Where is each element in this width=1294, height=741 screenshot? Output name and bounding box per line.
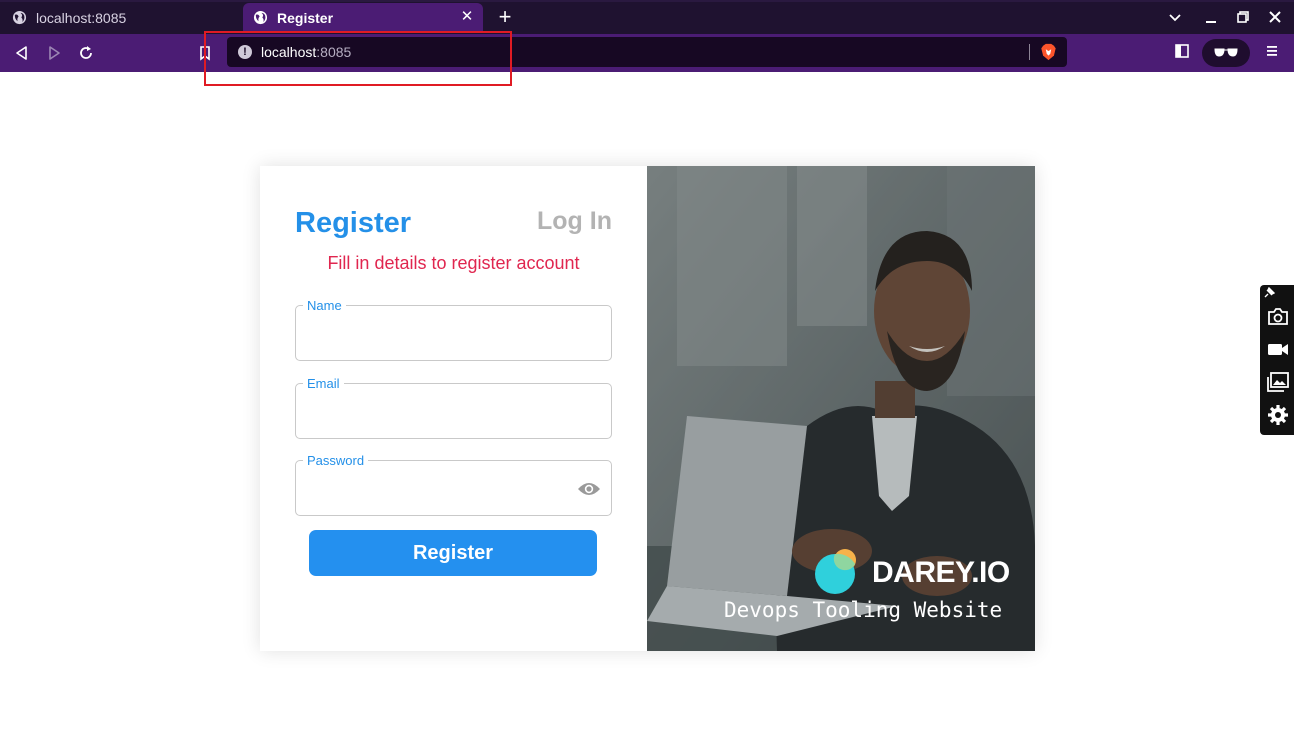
brand-logo-text: DAREY.IO xyxy=(872,556,1010,589)
globe-icon xyxy=(12,10,27,25)
new-tab-button[interactable]: + xyxy=(495,6,515,28)
tab-title: Register xyxy=(277,9,334,26)
auth-card: Register Log In Fill in details to regis… xyxy=(260,166,1035,651)
minimize-icon[interactable] xyxy=(1203,9,1219,25)
screenshot-extension-panel xyxy=(1260,285,1294,435)
register-form: Register Log In Fill in details to regis… xyxy=(260,166,647,651)
register-button[interactable]: Register xyxy=(309,530,597,576)
globe-icon xyxy=(253,10,268,25)
address-bar-divider xyxy=(1029,44,1030,60)
tab-register[interactable]: Register ✕ xyxy=(243,3,483,32)
register-tab[interactable]: Register xyxy=(295,207,411,240)
chevron-down-icon[interactable] xyxy=(1167,9,1183,25)
brand-tagline: Devops Tooling Website xyxy=(724,598,1003,622)
camera-icon[interactable] xyxy=(1265,303,1291,329)
darey-logo-icon xyxy=(815,549,856,594)
email-input[interactable] xyxy=(306,400,576,424)
reload-icon[interactable] xyxy=(77,44,95,62)
form-subtitle: Fill in details to register account xyxy=(327,253,580,273)
password-field-label: Password xyxy=(303,453,369,468)
sunglasses-icon xyxy=(1214,48,1238,57)
menu-icon[interactable] xyxy=(1264,43,1280,59)
name-input[interactable] xyxy=(306,322,576,346)
password-input[interactable] xyxy=(306,477,576,501)
password-field[interactable]: Password xyxy=(295,453,612,516)
browser-toolbar: ! localhost:8085 xyxy=(0,34,1294,72)
hero-image: DAREY.IO Devops Tooling Website xyxy=(647,166,1035,651)
name-field[interactable]: Name xyxy=(295,298,612,361)
pin-icon[interactable] xyxy=(1263,287,1275,299)
brave-shields-icon[interactable] xyxy=(1040,43,1057,61)
private-window-button[interactable] xyxy=(1202,39,1250,67)
eye-icon[interactable] xyxy=(577,481,601,497)
login-tab[interactable]: Log In xyxy=(537,207,612,236)
tab-localhost[interactable]: localhost:8085 xyxy=(0,3,240,32)
close-window-icon[interactable] xyxy=(1267,9,1283,25)
tab-title: localhost:8085 xyxy=(36,9,127,26)
tab-bar-top-border xyxy=(0,0,1294,2)
sidebar-toggle-icon[interactable] xyxy=(1174,43,1190,59)
restore-icon[interactable] xyxy=(1235,9,1251,25)
video-camera-icon[interactable] xyxy=(1265,336,1291,362)
name-field-label: Name xyxy=(303,298,346,313)
email-field[interactable]: Email xyxy=(295,376,612,439)
forward-icon[interactable] xyxy=(45,44,63,62)
address-bar-highlight-box xyxy=(204,31,512,86)
close-tab-icon[interactable]: ✕ xyxy=(459,9,475,25)
gear-icon[interactable] xyxy=(1265,402,1291,428)
back-icon[interactable] xyxy=(13,44,31,62)
gallery-icon[interactable] xyxy=(1265,369,1291,395)
email-field-label: Email xyxy=(303,376,344,391)
browser-tab-bar: localhost:8085 Register ✕ + xyxy=(0,0,1294,34)
